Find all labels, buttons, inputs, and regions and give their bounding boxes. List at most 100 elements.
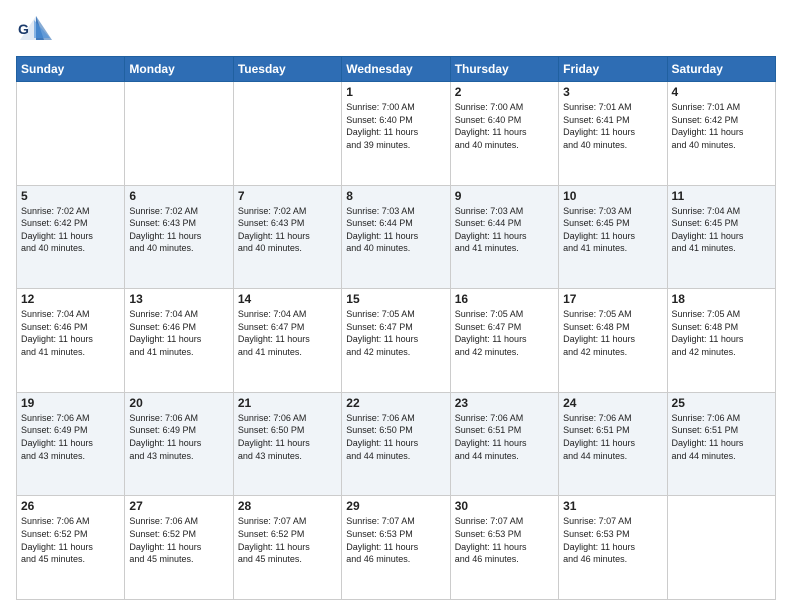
day-number: 3 [563, 85, 662, 99]
calendar-cell: 9Sunrise: 7:03 AM Sunset: 6:44 PM Daylig… [450, 185, 558, 289]
day-info: Sunrise: 7:05 AM Sunset: 6:47 PM Dayligh… [346, 308, 445, 358]
day-info: Sunrise: 7:06 AM Sunset: 6:51 PM Dayligh… [455, 412, 554, 462]
day-number: 17 [563, 292, 662, 306]
calendar-cell: 8 Sunrise: 7:03 AM Sunset: 6:44 PM Daylig… [342, 185, 450, 289]
calendar-cell: 17 Sunrise: 7:05 AM Sunset: 6:48 PM Dayli… [559, 289, 667, 393]
svg-text:G: G [18, 21, 29, 37]
calendar-cell: 20 Sunrise: 7:06 AM Sunset: 6:49 PM Dayli… [125, 392, 233, 496]
day-header-tuesday: Tuesday [233, 57, 341, 82]
day-number: 21 [238, 396, 337, 410]
day-header-saturday: Saturday [667, 57, 775, 82]
day-info: Sunrise: 7:01 AM Sunset: 6:42 PM Dayligh… [672, 101, 771, 151]
calendar-cell: 24 Sunrise: 7:06 AM Sunset: 6:51 PM Dayli… [559, 392, 667, 496]
calendar-cell: 13Sunrise: 7:04 AM Sunset: 6:46 PM Dayli… [125, 289, 233, 393]
day-info: Sunrise: 7:04 AM Sunset: 6:47 PM Dayligh… [238, 308, 337, 358]
calendar-cell: 30Sunrise: 7:07 AM Sunset: 6:53 PM Dayli… [450, 496, 558, 600]
day-header-sunday: Sunday [17, 57, 125, 82]
calendar-week-4: 19 Sunrise: 7:06 AM Sunset: 6:49 PM Dayli… [17, 392, 776, 496]
day-info: Sunrise: 7:06 AM Sunset: 6:49 PM Dayligh… [129, 412, 228, 462]
day-header-wednesday: Wednesday [342, 57, 450, 82]
calendar-week-3: 12 Sunrise: 7:04 AM Sunset: 6:46 PM Dayli… [17, 289, 776, 393]
day-number: 6 [129, 189, 228, 203]
calendar-cell: 1 Sunrise: 7:00 AM Sunset: 6:40 PM Daylig… [342, 82, 450, 186]
calendar-cell: 27 Sunrise: 7:06 AM Sunset: 6:52 PM Dayli… [125, 496, 233, 600]
calendar-cell: 29 Sunrise: 7:07 AM Sunset: 6:53 PM Dayli… [342, 496, 450, 600]
day-info: Sunrise: 7:02 AM Sunset: 6:43 PM Dayligh… [129, 205, 228, 255]
calendar-cell: 15 Sunrise: 7:05 AM Sunset: 6:47 PM Dayli… [342, 289, 450, 393]
calendar-cell: 14 Sunrise: 7:04 AM Sunset: 6:47 PM Dayli… [233, 289, 341, 393]
day-number: 26 [21, 499, 120, 513]
day-number: 4 [672, 85, 771, 99]
day-number: 11 [672, 189, 771, 203]
day-info: Sunrise: 7:04 AM Sunset: 6:46 PM Dayligh… [21, 308, 120, 358]
calendar-cell [667, 496, 775, 600]
day-number: 19 [21, 396, 120, 410]
day-number: 27 [129, 499, 228, 513]
day-header-friday: Friday [559, 57, 667, 82]
calendar-cell [233, 82, 341, 186]
calendar-cell: 6 Sunrise: 7:02 AM Sunset: 6:43 PM Daylig… [125, 185, 233, 289]
day-number: 23 [455, 396, 554, 410]
day-number: 14 [238, 292, 337, 306]
calendar-cell: 5 Sunrise: 7:02 AM Sunset: 6:42 PM Daylig… [17, 185, 125, 289]
day-info: Sunrise: 7:03 AM Sunset: 6:45 PM Dayligh… [563, 205, 662, 255]
day-number: 28 [238, 499, 337, 513]
calendar-week-5: 26 Sunrise: 7:06 AM Sunset: 6:52 PM Dayli… [17, 496, 776, 600]
day-info: Sunrise: 7:06 AM Sunset: 6:52 PM Dayligh… [129, 515, 228, 565]
calendar-cell: 26 Sunrise: 7:06 AM Sunset: 6:52 PM Dayli… [17, 496, 125, 600]
calendar-week-1: 1 Sunrise: 7:00 AM Sunset: 6:40 PM Daylig… [17, 82, 776, 186]
day-number: 7 [238, 189, 337, 203]
day-number: 30 [455, 499, 554, 513]
day-header-thursday: Thursday [450, 57, 558, 82]
day-number: 18 [672, 292, 771, 306]
calendar-cell: 16Sunrise: 7:05 AM Sunset: 6:47 PM Dayli… [450, 289, 558, 393]
day-number: 24 [563, 396, 662, 410]
calendar-cell: 4 Sunrise: 7:01 AM Sunset: 6:42 PM Daylig… [667, 82, 775, 186]
calendar-cell: 10 Sunrise: 7:03 AM Sunset: 6:45 PM Dayli… [559, 185, 667, 289]
day-info: Sunrise: 7:07 AM Sunset: 6:53 PM Dayligh… [346, 515, 445, 565]
calendar-cell: 21 Sunrise: 7:06 AM Sunset: 6:50 PM Dayli… [233, 392, 341, 496]
day-info: Sunrise: 7:06 AM Sunset: 6:49 PM Dayligh… [21, 412, 120, 462]
day-info: Sunrise: 7:00 AM Sunset: 6:40 PM Dayligh… [346, 101, 445, 151]
day-number: 1 [346, 85, 445, 99]
day-info: Sunrise: 7:05 AM Sunset: 6:48 PM Dayligh… [563, 308, 662, 358]
day-info: Sunrise: 7:00 AM Sunset: 6:40 PM Dayligh… [455, 101, 554, 151]
day-info: Sunrise: 7:06 AM Sunset: 6:52 PM Dayligh… [21, 515, 120, 565]
header: G [16, 12, 776, 48]
day-number: 20 [129, 396, 228, 410]
day-number: 29 [346, 499, 445, 513]
calendar-cell: 25 Sunrise: 7:06 AM Sunset: 6:51 PM Dayli… [667, 392, 775, 496]
calendar-cell: 28Sunrise: 7:07 AM Sunset: 6:52 PM Dayli… [233, 496, 341, 600]
day-info: Sunrise: 7:04 AM Sunset: 6:45 PM Dayligh… [672, 205, 771, 255]
calendar-cell [125, 82, 233, 186]
calendar-cell: 7 Sunrise: 7:02 AM Sunset: 6:43 PM Daylig… [233, 185, 341, 289]
calendar-cell: 22 Sunrise: 7:06 AM Sunset: 6:50 PM Dayli… [342, 392, 450, 496]
day-info: Sunrise: 7:02 AM Sunset: 6:43 PM Dayligh… [238, 205, 337, 255]
calendar-cell: 31Sunrise: 7:07 AM Sunset: 6:53 PM Dayli… [559, 496, 667, 600]
calendar-header-row: SundayMondayTuesdayWednesdayThursdayFrid… [17, 57, 776, 82]
day-info: Sunrise: 7:05 AM Sunset: 6:47 PM Dayligh… [455, 308, 554, 358]
day-info: Sunrise: 7:02 AM Sunset: 6:42 PM Dayligh… [21, 205, 120, 255]
day-number: 8 [346, 189, 445, 203]
day-number: 12 [21, 292, 120, 306]
calendar-cell: 19 Sunrise: 7:06 AM Sunset: 6:49 PM Dayli… [17, 392, 125, 496]
calendar-cell: 23 Sunrise: 7:06 AM Sunset: 6:51 PM Dayli… [450, 392, 558, 496]
day-info: Sunrise: 7:06 AM Sunset: 6:50 PM Dayligh… [238, 412, 337, 462]
logo-icon: G [16, 12, 56, 48]
calendar-cell: 3Sunrise: 7:01 AM Sunset: 6:41 PM Daylig… [559, 82, 667, 186]
day-number: 13 [129, 292, 228, 306]
day-info: Sunrise: 7:06 AM Sunset: 6:51 PM Dayligh… [563, 412, 662, 462]
page: G SundayMondayTuesdayWednesdayThursdayFr… [0, 0, 792, 612]
day-info: Sunrise: 7:03 AM Sunset: 6:44 PM Dayligh… [455, 205, 554, 255]
day-number: 22 [346, 396, 445, 410]
day-info: Sunrise: 7:06 AM Sunset: 6:50 PM Dayligh… [346, 412, 445, 462]
day-number: 5 [21, 189, 120, 203]
calendar-cell: 2Sunrise: 7:00 AM Sunset: 6:40 PM Daylig… [450, 82, 558, 186]
day-number: 10 [563, 189, 662, 203]
day-info: Sunrise: 7:07 AM Sunset: 6:53 PM Dayligh… [563, 515, 662, 565]
day-number: 15 [346, 292, 445, 306]
calendar-cell: 18Sunrise: 7:05 AM Sunset: 6:48 PM Dayli… [667, 289, 775, 393]
day-info: Sunrise: 7:03 AM Sunset: 6:44 PM Dayligh… [346, 205, 445, 255]
day-number: 25 [672, 396, 771, 410]
day-info: Sunrise: 7:06 AM Sunset: 6:51 PM Dayligh… [672, 412, 771, 462]
